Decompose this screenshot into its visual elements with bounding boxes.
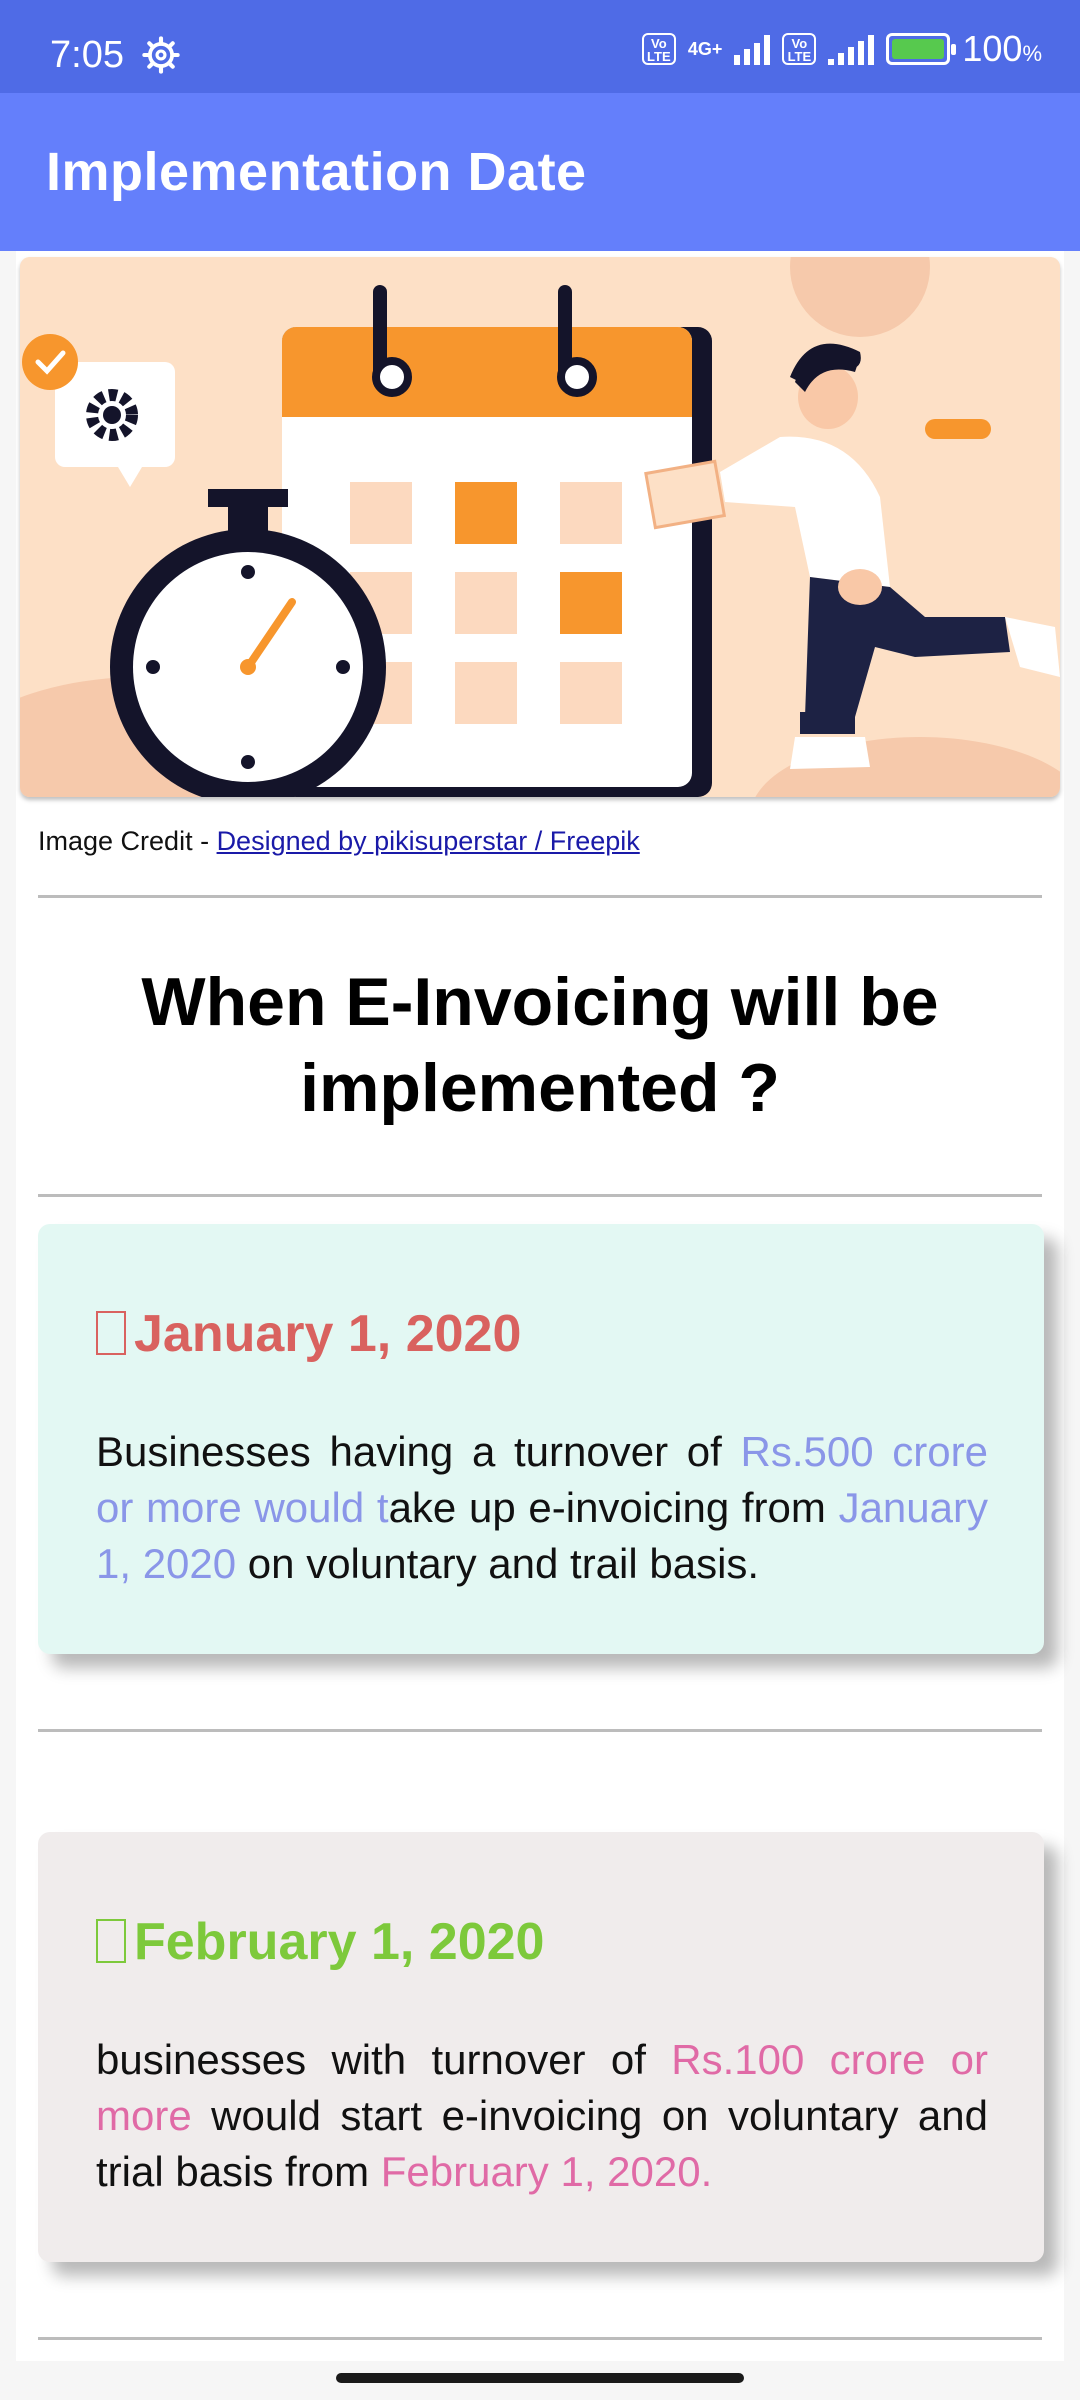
missing-glyph-icon [96, 1311, 126, 1355]
date-card-february: February 1, 2020 businesses with turnove… [38, 1832, 1044, 2262]
card-date: February 1, 2020 [96, 1912, 544, 1972]
divider [38, 1729, 1042, 1732]
date-card-january: January 1, 2020 Businesses having a turn… [38, 1224, 1044, 1654]
freepik-credit-link[interactable]: Designed by pikisuperstar / Freepik [217, 826, 640, 856]
content-area[interactable]: Image Credit - Designed by pikisuperstar… [16, 251, 1064, 2361]
card-description: businesses with turnover of Rs.100 crore… [96, 2036, 988, 2195]
network-type: 4G+ [687, 39, 723, 59]
battery-percent: 100% [962, 28, 1042, 69]
divider [38, 2337, 1042, 2340]
signal-strength-icon [734, 33, 771, 65]
settings-gear-icon [142, 36, 180, 74]
status-indicators: Vo LTE 4G+ Vo LTE 100% [641, 28, 1042, 70]
calendar-illustration [20, 257, 1060, 797]
app-bar: Implementation Date [0, 93, 1080, 251]
divider [38, 895, 1042, 898]
divider [38, 1194, 1042, 1197]
status-time: 7:05 [50, 34, 124, 76]
card-description: Businesses having a turnover of Rs.500 c… [96, 1428, 988, 1587]
image-credit: Image Credit - Designed by pikisuperstar… [38, 826, 640, 856]
volte-icon-sim2: Vo LTE [782, 33, 817, 65]
page-title: Implementation Date [46, 142, 587, 202]
home-gesture-bar[interactable] [336, 2373, 744, 2383]
missing-glyph-icon [96, 1919, 126, 1963]
battery-icon [886, 33, 957, 65]
signal-strength-icon-sim2 [828, 33, 875, 65]
card-date: January 1, 2020 [96, 1304, 521, 1364]
volte-icon: Vo LTE [641, 33, 676, 65]
section-heading: When E-Invoicing will be implemented ? [141, 964, 939, 1126]
status-bar: 7:05 Vo LTE 4G+ Vo LTE 100% [0, 0, 1080, 93]
